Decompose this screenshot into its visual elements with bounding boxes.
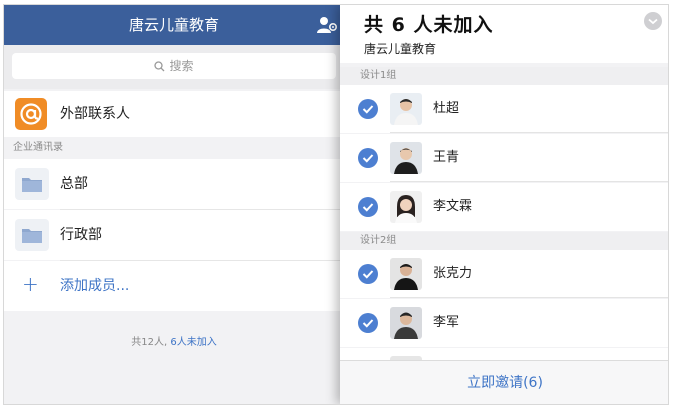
department-label: 行政部 <box>60 227 102 243</box>
member-name: 李文霖 <box>433 199 473 214</box>
contacts-pane: 唐云儿童教育 搜索 外部联系人 企业通讯录 总部 行政部 + 添加成员... 共… <box>4 5 344 404</box>
search-placeholder: 搜索 <box>169 59 194 73</box>
member-name: 张克力 <box>433 266 473 281</box>
not-joined-link[interactable]: 6人未加入 <box>170 337 216 348</box>
group-label: 设计2组 <box>340 232 668 250</box>
department-item[interactable]: 行政部 <box>4 210 344 260</box>
search-input[interactable]: 搜索 <box>12 53 336 79</box>
external-contacts-item[interactable]: 外部联系人 <box>4 91 344 137</box>
divider <box>390 132 668 133</box>
group-label: 设计1组 <box>340 67 668 85</box>
panel-subtitle: 唐云儿童教育 <box>364 42 437 56</box>
divider <box>390 297 668 298</box>
member-name: 李军 <box>433 315 460 330</box>
panel-header: 共 6 人未加入 唐云儿童教育 <box>340 5 668 63</box>
invite-now-button[interactable]: 立即邀请(6) <box>340 361 668 404</box>
checkmark-icon[interactable] <box>358 148 378 168</box>
member-row[interactable]: 杜超 <box>340 85 668 133</box>
avatar <box>390 258 422 290</box>
member-row[interactable]: 张克力 <box>340 250 668 298</box>
avatar <box>390 142 422 174</box>
member-row[interactable]: 王青 <box>340 134 668 182</box>
avatar <box>390 191 422 223</box>
add-member-button[interactable]: + 添加成员... <box>4 261 344 311</box>
external-contacts-label: 外部联系人 <box>60 106 130 122</box>
avatar <box>390 307 422 339</box>
checkmark-icon[interactable] <box>358 313 378 333</box>
avatar <box>390 93 422 125</box>
at-sign-icon <box>15 98 47 130</box>
nav-bar: 唐云儿童教育 <box>4 5 344 45</box>
member-count-footer: 共12人, 6人未加入 <box>4 333 344 348</box>
member-count-text: 共12人, <box>131 337 168 348</box>
search-bar: 搜索 <box>4 45 344 89</box>
panel-title: 共 6 人未加入 <box>364 14 494 36</box>
chevron-down-icon[interactable] <box>644 12 662 30</box>
folder-icon <box>15 168 49 200</box>
manage-members-icon[interactable] <box>316 15 338 35</box>
checkmark-icon[interactable] <box>358 99 378 119</box>
divider <box>390 181 668 182</box>
app-frame: 唐云儿童教育 搜索 外部联系人 企业通讯录 总部 行政部 + 添加成员... 共… <box>3 4 669 405</box>
invite-bar: 立即邀请(6) <box>340 360 668 404</box>
page-title: 唐云儿童教育 <box>128 16 219 34</box>
plus-icon: + <box>22 272 39 296</box>
folder-icon <box>15 219 49 251</box>
not-joined-panel: 共 6 人未加入 唐云儿童教育 设计1组 杜超 王青 李文霖 设计2组 张克力 … <box>340 5 668 404</box>
member-name: 杜超 <box>433 101 460 116</box>
checkmark-icon[interactable] <box>358 197 378 217</box>
search-icon <box>154 61 165 72</box>
member-row[interactable]: 李军 <box>340 299 668 347</box>
add-member-label: 添加成员... <box>60 278 130 294</box>
member-row[interactable]: 李文霖 <box>340 183 668 231</box>
department-item[interactable]: 总部 <box>4 159 344 209</box>
section-label: 企业通讯录 <box>4 137 344 159</box>
department-label: 总部 <box>60 176 88 192</box>
member-name: 王青 <box>433 150 460 165</box>
checkmark-icon[interactable] <box>358 264 378 284</box>
